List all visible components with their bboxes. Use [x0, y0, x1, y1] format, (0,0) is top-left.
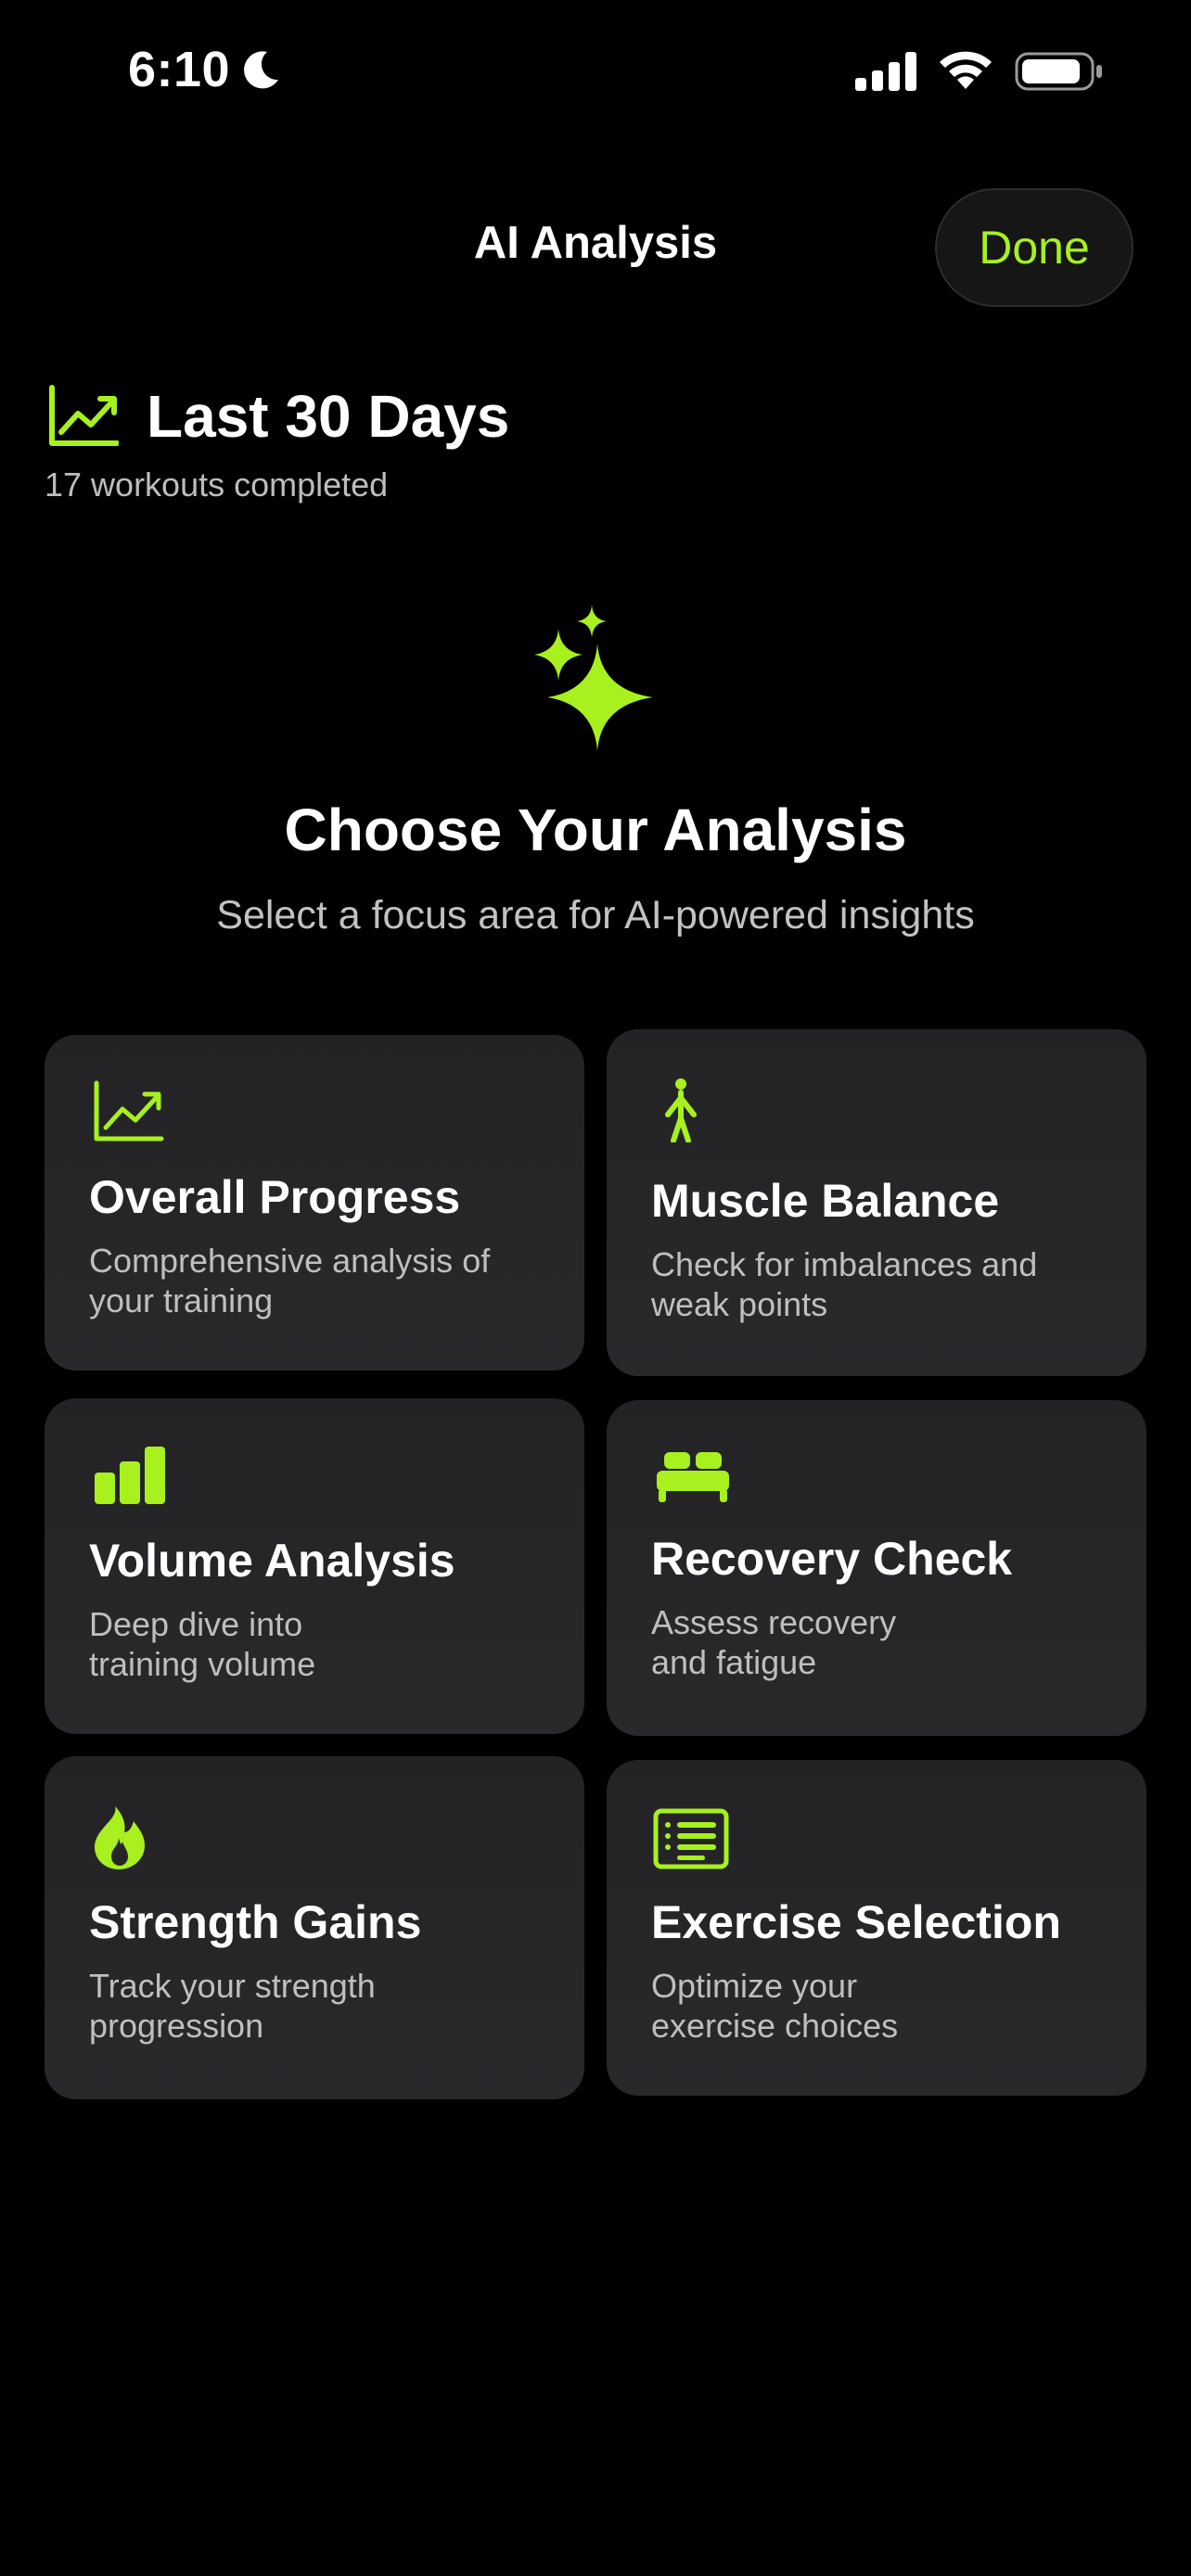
sparkles-icon — [534, 605, 653, 751]
figure-standing-icon — [665, 1078, 697, 1142]
workouts-count: 17 workouts completed — [45, 465, 389, 504]
battery-icon — [1015, 52, 1102, 91]
analysis-card-volume-analysis[interactable]: Volume Analysis Deep dive into training … — [45, 1398, 584, 1734]
card-description: Assess recovery and fatigue — [651, 1603, 897, 1681]
card-title: Volume Analysis — [89, 1535, 455, 1587]
flame-icon — [95, 1806, 145, 1869]
wifi-icon — [940, 51, 992, 89]
card-title: Recovery Check — [651, 1533, 1013, 1585]
status-bar: 6:10 — [0, 0, 1191, 139]
done-button[interactable]: Done — [935, 188, 1133, 307]
hero-subtitle: Select a focus area for AI-powered insig… — [216, 893, 975, 937]
card-title: Overall Progress — [89, 1171, 461, 1223]
card-title: Exercise Selection — [651, 1896, 1061, 1948]
chart-line-uptrend-icon — [49, 385, 119, 446]
list-clipboard-icon — [653, 1808, 729, 1869]
moon-icon — [244, 51, 278, 89]
period-title: Last 30 Days — [147, 383, 510, 450]
analysis-card-overall-progress[interactable]: Overall Progress Comprehensive analysis … — [45, 1035, 584, 1371]
card-title: Strength Gains — [89, 1896, 422, 1948]
analysis-card-recovery-check[interactable]: Recovery Check Assess recovery and fatig… — [607, 1400, 1146, 1736]
card-description: Comprehensive analysis of your training — [89, 1242, 491, 1320]
card-description: Optimize your exercise choices — [651, 1967, 899, 2045]
bed-icon — [657, 1452, 729, 1502]
bar-chart-icon — [95, 1447, 165, 1504]
card-description: Deep dive into training volume — [89, 1605, 316, 1683]
signal-icon — [855, 52, 916, 91]
ai-analysis-screen: 6:10 AI Analysis Done Last 30 Days 17 wo… — [0, 0, 1191, 2576]
analysis-card-exercise-selection[interactable]: Exercise Selection Optimize your exercis… — [607, 1760, 1146, 2096]
analysis-card-strength-gains[interactable]: Strength Gains Track your strength progr… — [45, 1756, 584, 2099]
analysis-card-muscle-balance[interactable]: Muscle Balance Check for imbalances and … — [607, 1029, 1146, 1376]
card-description: Track your strength progression — [89, 1967, 376, 2045]
card-title: Muscle Balance — [651, 1175, 1000, 1227]
status-time: 6:10 — [128, 42, 231, 97]
chart-line-uptrend-icon — [94, 1080, 164, 1141]
hero-title: Choose Your Analysis — [284, 797, 907, 863]
card-description: Check for imbalances and weak points — [651, 1245, 1038, 1323]
